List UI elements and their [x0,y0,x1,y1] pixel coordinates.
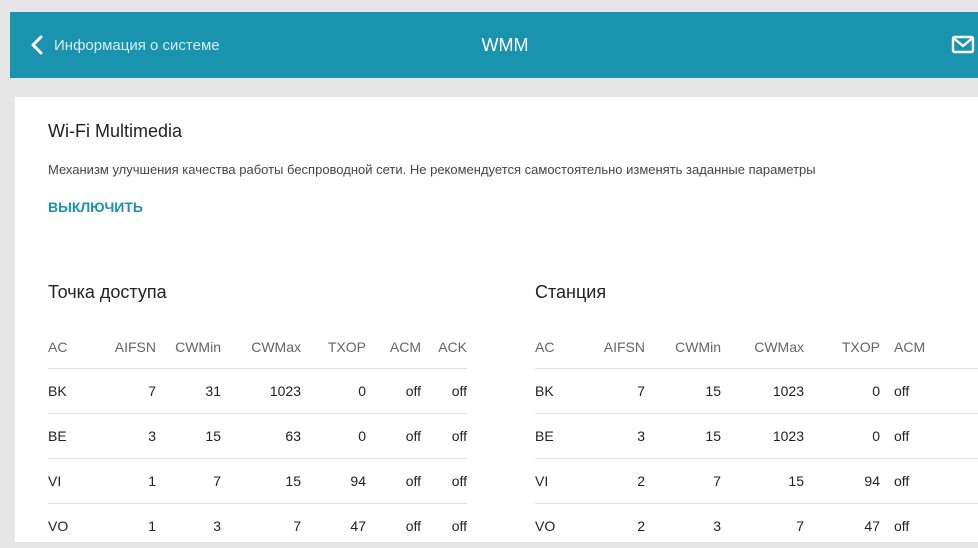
cell-ac: VO [535,504,587,548]
cell-acm: off [366,414,421,459]
cell-ac: BK [48,369,96,414]
card-title: Wi-Fi Multimedia [48,121,182,142]
cell-cwmax: 7 [221,504,301,548]
cell-aifsn: 3 [96,414,156,459]
cell-txop: 94 [804,459,880,504]
column-header-ac: AC [535,326,587,369]
cell-acm: off [880,459,978,504]
access-point-table: AC AIFSN CWMin CWMax TXOP ACM ACK BK 7 3… [48,326,467,548]
cell-acm: off [366,504,421,548]
cell-ack: off [421,369,467,414]
access-point-title: Точка доступа [48,282,167,303]
cell-cwmax: 15 [721,459,804,504]
cell-cwmin: 7 [156,459,221,504]
cell-ac: BK [535,369,587,414]
cell-cwmax: 15 [221,459,301,504]
card-description: Механизм улучшения качества работы беспр… [48,162,816,177]
header-bar: Информация о системе WMM [10,12,978,78]
cell-aifsn: 7 [587,369,645,414]
column-header-acm: ACM [880,326,978,369]
cell-aifsn: 2 [587,504,645,548]
cell-cwmin: 7 [645,459,721,504]
cell-cwmin: 31 [156,369,221,414]
table-header-row: AC AIFSN CWMin CWMax TXOP ACM [535,326,978,369]
cell-ack: off [421,504,467,548]
cell-ack: off [421,459,467,504]
cell-cwmax: 63 [221,414,301,459]
cell-acm: off [880,369,978,414]
cell-aifsn: 3 [587,414,645,459]
cell-txop: 94 [301,459,366,504]
cell-txop: 0 [301,369,366,414]
cell-ac: BE [535,414,587,459]
cell-ac: VI [535,459,587,504]
cell-cwmin: 15 [645,369,721,414]
table-row[interactable]: BK 7 15 1023 0 off [535,369,978,414]
cell-aifsn: 7 [96,369,156,414]
column-header-txop: TXOP [301,326,366,369]
cell-ac: VO [48,504,96,548]
column-header-cwmin: CWMin [156,326,221,369]
table-row[interactable]: VI 2 7 15 94 off [535,459,978,504]
column-header-aifsn: AIFSN [96,326,156,369]
table-row[interactable]: VI 1 7 15 94 off off [48,459,467,504]
cell-cwmax: 1023 [721,369,804,414]
cell-aifsn: 1 [96,504,156,548]
cell-acm: off [880,504,978,548]
table-row[interactable]: BK 7 31 1023 0 off off [48,369,467,414]
table-row[interactable]: VO 2 3 7 47 off [535,504,978,548]
table-row[interactable]: BE 3 15 63 0 off off [48,414,467,459]
cell-cwmin: 15 [645,414,721,459]
back-button[interactable]: Информация о системе [30,12,220,78]
cell-cwmin: 3 [645,504,721,548]
column-header-cwmax: CWMax [221,326,301,369]
cell-cwmax: 7 [721,504,804,548]
cell-acm: off [880,414,978,459]
cell-ack: off [421,414,467,459]
cell-txop: 47 [804,504,880,548]
column-header-aifsn: AIFSN [587,326,645,369]
mail-icon [950,33,976,57]
chevron-left-icon [30,35,44,55]
column-header-ac: AC [48,326,96,369]
column-header-cwmax: CWMax [721,326,804,369]
cell-txop: 0 [301,414,366,459]
cell-cwmin: 3 [156,504,221,548]
wmm-card: Wi-Fi Multimedia Механизм улучшения каче… [15,97,978,542]
cell-cwmax: 1023 [721,414,804,459]
notifications-button[interactable] [950,33,976,57]
column-header-acm: ACM [366,326,421,369]
table-row[interactable]: BE 3 15 1023 0 off [535,414,978,459]
cell-acm: off [366,459,421,504]
page-title: WMM [482,35,529,55]
column-header-cwmin: CWMin [645,326,721,369]
station-table: AC AIFSN CWMin CWMax TXOP ACM BK 7 15 10… [535,326,978,548]
cell-aifsn: 1 [96,459,156,504]
station-title: Станция [535,282,606,303]
cell-ac: VI [48,459,96,504]
cell-txop: 0 [804,369,880,414]
cell-txop: 0 [804,414,880,459]
column-header-ack: ACK [421,326,467,369]
cell-cwmin: 15 [156,414,221,459]
table-row[interactable]: VO 1 3 7 47 off off [48,504,467,548]
back-label: Информация о системе [54,37,220,54]
column-header-txop: TXOP [804,326,880,369]
table-header-row: AC AIFSN CWMin CWMax TXOP ACM ACK [48,326,467,369]
disable-button[interactable]: ВЫКЛЮЧИТЬ [48,199,143,215]
cell-ac: BE [48,414,96,459]
cell-acm: off [366,369,421,414]
cell-txop: 47 [301,504,366,548]
cell-cwmax: 1023 [221,369,301,414]
cell-aifsn: 2 [587,459,645,504]
